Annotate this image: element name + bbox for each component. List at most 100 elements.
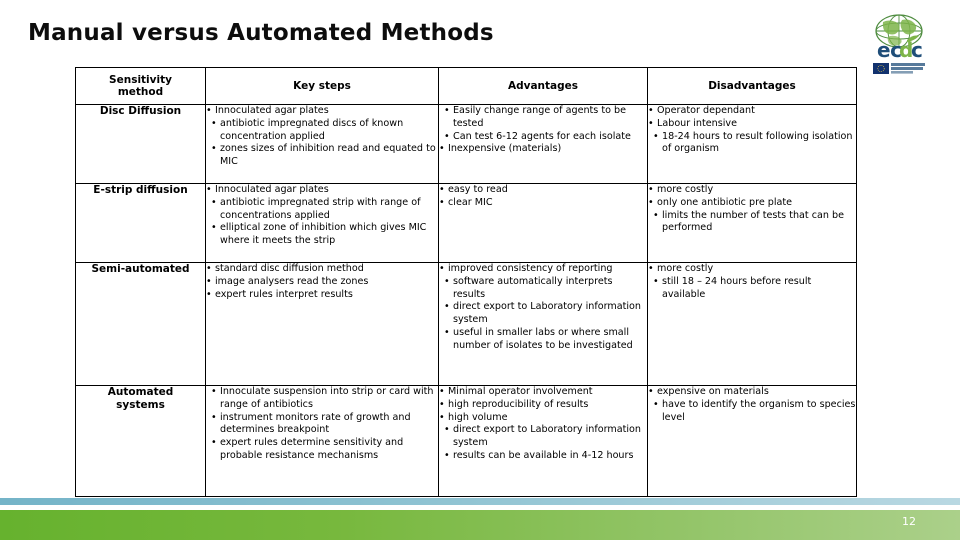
bullet-icon: • <box>444 130 450 142</box>
bullet-icon: • <box>648 117 654 129</box>
list-item: • antibiotic impregnated discs of known c… <box>206 118 438 144</box>
list-item: • Can test 6-12 agents for each isolate <box>439 131 647 144</box>
bullet-icon: • <box>206 275 212 287</box>
list-item: • expert rules determine sensitivity and … <box>206 437 438 463</box>
bullet-icon: • <box>439 263 445 274</box>
list-item-text: instrument monitors rate of growth and d… <box>220 411 411 436</box>
table-header: Sensitivity method Key steps Advantages … <box>75 67 857 105</box>
list-item: • zones sizes of inhibition read and equa… <box>206 143 438 169</box>
list-item-text: Labour intensive <box>657 117 737 129</box>
list-item: • expert rules interpret results <box>206 289 438 302</box>
cell-advantages: • Easily change range of agents to be tes… <box>438 104 648 184</box>
list-item-text: 18-24 hours to result following isolatio… <box>662 130 853 155</box>
column-header-line1: Sensitivity <box>109 73 172 86</box>
list-item-text: Innoculate suspension into strip or card… <box>220 386 434 410</box>
list-item-text: Minimal operator involvement <box>448 386 593 397</box>
comparison-table: Sensitivity method Key steps Advantages … <box>75 67 857 497</box>
bullet-icon: • <box>439 143 445 155</box>
bullet-icon: • <box>653 130 659 142</box>
ecdc-logo-graphic: ec d c <box>873 14 925 74</box>
list-item: • improved consistency of reporting <box>439 263 647 276</box>
bullet-icon: • <box>211 411 217 423</box>
bullet-icon: • <box>206 263 212 274</box>
footer-green-band <box>0 510 960 540</box>
ecdc-wordmark: ec d c <box>877 35 923 62</box>
list-item-text: Innoculated agar plates <box>215 105 329 116</box>
list-item: • direct export to Laboratory information… <box>439 301 647 327</box>
list-item-text: Operator dependant <box>657 105 755 116</box>
list-item-text: expensive on materials <box>657 386 769 397</box>
list-item-text: expert rules determine sensitivity and p… <box>220 437 404 461</box>
cell-advantages: • easy to read • clear MIC <box>438 183 648 263</box>
svg-text:ec: ec <box>877 38 901 62</box>
cell-key-steps: • Innoculated agar plates • antibiotic imp… <box>205 183 439 263</box>
table-header-row: Sensitivity method Key steps Advantages … <box>75 67 857 105</box>
list-item: • Innoculated agar plates <box>206 105 438 118</box>
bullet-icon: • <box>206 184 212 195</box>
bullet-icon: • <box>444 301 450 313</box>
list-item-text: improved consistency of reporting <box>448 263 613 274</box>
list-item-text: useful in smaller labs or where small nu… <box>453 326 633 351</box>
bullet-icon: • <box>211 222 217 234</box>
ecdc-logo: ec d c <box>857 12 941 78</box>
list-item: • easy to read <box>439 184 647 197</box>
cell-method: E-strip diffusion <box>75 183 206 263</box>
list-item: • Inexpensive (materials) <box>439 143 647 156</box>
list-item-text: antibiotic impregnated strip with range … <box>220 196 421 221</box>
bullet-icon: • <box>653 209 659 221</box>
list-item: • Labour intensive <box>648 118 856 131</box>
bullet-list: • more costly • only one antibiotic pre pl… <box>648 184 856 235</box>
list-item-text: software automatically interprets result… <box>453 275 613 300</box>
list-item: • have to identify the organism to specie… <box>648 399 856 425</box>
bullet-list: • Innoculated agar plates • antibiotic imp… <box>206 105 438 169</box>
column-header-key-steps: Key steps <box>205 67 439 105</box>
bullet-icon: • <box>439 386 445 397</box>
eu-flag-badge <box>873 63 925 74</box>
cell-disadvantages: • more costly • still 18 – 24 hours before… <box>647 262 857 386</box>
bullet-icon: • <box>444 326 450 338</box>
bullet-list: • Innoculated agar plates • antibiotic imp… <box>206 184 438 248</box>
list-item: • more costly <box>648 184 856 197</box>
cell-method-line2: systems <box>116 398 165 411</box>
list-item: • high volume <box>439 412 647 425</box>
cell-method: Semi-automated <box>75 262 206 386</box>
comparison-table-wrapper: Sensitivity method Key steps Advantages … <box>75 67 857 497</box>
cell-key-steps: • Innoculate suspension into strip or car… <box>205 385 439 497</box>
list-item: • standard disc diffusion method <box>206 263 438 276</box>
table-row: Automated systems • Innoculate suspension… <box>75 385 857 497</box>
list-item: • Minimal operator involvement <box>439 386 647 399</box>
cell-advantages: • improved consistency of reporting • soft… <box>438 262 648 386</box>
bullet-list: • Innoculate suspension into strip or car… <box>206 386 438 463</box>
bullet-list: • expensive on materials • have to identif… <box>648 386 856 424</box>
list-item-text: easy to read <box>448 184 508 195</box>
footer-teal-band <box>0 498 960 505</box>
list-item: • 18-24 hours to result following isolati… <box>648 131 856 157</box>
cell-disadvantages: • more costly • only one antibiotic pre pl… <box>647 183 857 263</box>
cell-key-steps: • standard disc diffusion method • image a… <box>205 262 439 386</box>
list-item-text: Innoculated agar plates <box>215 184 329 195</box>
bullet-list: • more costly • still 18 – 24 hours before… <box>648 263 856 301</box>
column-header-advantages: Advantages <box>438 67 648 105</box>
bullet-list: • Easily change range of agents to be tes… <box>439 105 647 156</box>
column-header-line2: method <box>117 86 164 98</box>
list-item-text: Easily change range of agents to be test… <box>453 105 627 129</box>
list-item: • only one antibiotic pre plate <box>648 197 856 210</box>
page-title: Manual versus Automated Methods <box>28 20 494 46</box>
bullet-icon: • <box>653 275 659 287</box>
bullet-icon: • <box>444 275 450 287</box>
list-item: • still 18 – 24 hours before result avail… <box>648 276 856 302</box>
list-item-text: elliptical zone of inhibition which give… <box>220 222 427 246</box>
list-item-text: expert rules interpret results <box>215 288 353 300</box>
cell-disadvantages: • Operator dependant • Labour intensive • 1… <box>647 104 857 184</box>
list-item: • Easily change range of agents to be tes… <box>439 105 647 131</box>
bullet-icon: • <box>439 411 445 423</box>
list-item: • image analysers read the zones <box>206 276 438 289</box>
list-item-text: image analysers read the zones <box>215 275 369 287</box>
table-row: Disc Diffusion • Innoculated agar plates … <box>75 104 857 184</box>
bullet-icon: • <box>439 398 445 410</box>
bullet-icon: • <box>444 105 450 116</box>
list-item: • direct export to Laboratory information… <box>439 424 647 450</box>
bullet-list: • Operator dependant • Labour intensive • 1… <box>648 105 856 156</box>
list-item: • limits the number of tests that can be … <box>648 210 856 236</box>
list-item-text: results can be available in 4-12 hours <box>453 449 634 461</box>
